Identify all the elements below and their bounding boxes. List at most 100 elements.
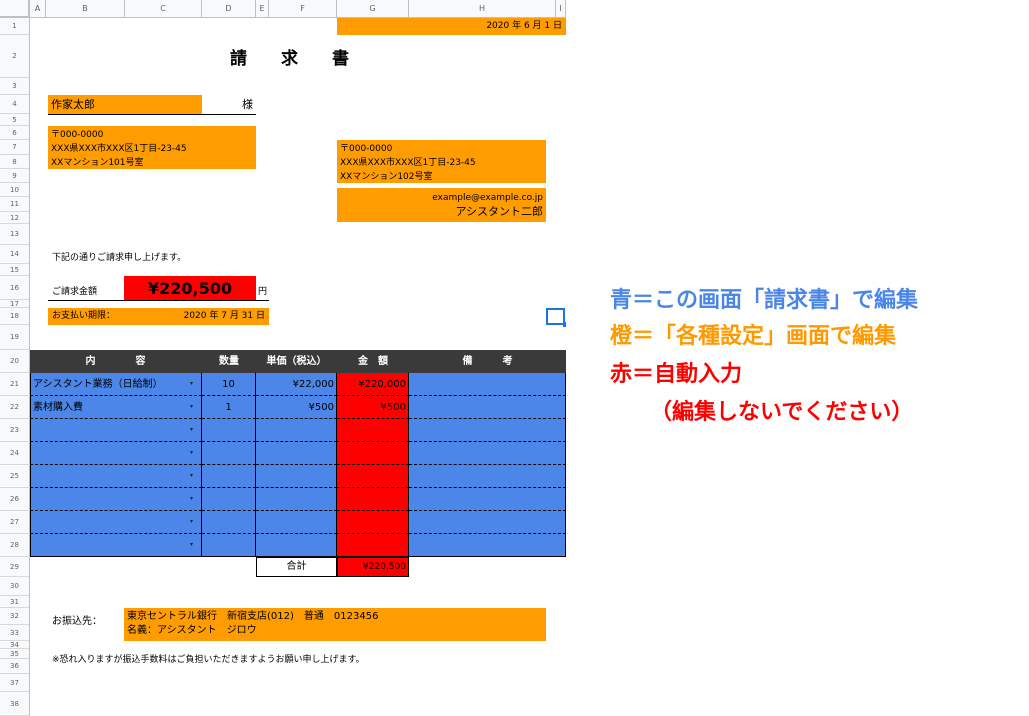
row-header-11[interactable]: 11 bbox=[0, 197, 30, 212]
dropdown-arrow-icon[interactable]: ▾ bbox=[190, 426, 193, 433]
row-header-6[interactable]: 6 bbox=[0, 126, 30, 140]
cell-quantity[interactable] bbox=[202, 465, 256, 488]
row-header-7[interactable]: 7 bbox=[0, 140, 30, 155]
cell-unit-price[interactable] bbox=[256, 534, 337, 557]
row-header-22[interactable]: 22 bbox=[0, 396, 30, 419]
dropdown-arrow-icon[interactable]: ▾ bbox=[190, 495, 193, 502]
cell-description[interactable]: アシスタント業務（日給制） bbox=[30, 373, 202, 396]
client-name[interactable]: 作家太郎 bbox=[48, 95, 202, 114]
cell-remarks[interactable] bbox=[409, 396, 566, 419]
dropdown-arrow-icon[interactable]: ▾ bbox=[190, 380, 193, 387]
cell-description[interactable] bbox=[30, 488, 202, 511]
total-amount: ¥220,500 bbox=[124, 276, 256, 301]
row-header-35[interactable]: 35 bbox=[0, 649, 30, 659]
row-header-27[interactable]: 27 bbox=[0, 511, 30, 534]
cell-remarks[interactable] bbox=[409, 442, 566, 465]
column-header-c[interactable]: C bbox=[125, 0, 202, 18]
invoice-date[interactable]: 2020 年 6 月 1 日 bbox=[337, 18, 566, 35]
row-header-14[interactable]: 14 bbox=[0, 245, 30, 264]
column-header-a[interactable]: A bbox=[30, 0, 46, 18]
cell-unit-price[interactable]: ¥500 bbox=[256, 396, 337, 419]
cell-quantity[interactable] bbox=[202, 488, 256, 511]
column-header-f[interactable]: F bbox=[269, 0, 337, 18]
dropdown-arrow-icon[interactable]: ▾ bbox=[190, 472, 193, 479]
legend-red: 赤＝自動入力 bbox=[610, 362, 743, 387]
row-header-15[interactable]: 15 bbox=[0, 264, 30, 276]
row-header-8[interactable]: 8 bbox=[0, 155, 30, 169]
row-header-34[interactable]: 34 bbox=[0, 641, 30, 649]
row-header-10[interactable]: 10 bbox=[0, 183, 30, 197]
cell-quantity[interactable]: 10 bbox=[202, 373, 256, 396]
cell-unit-price[interactable] bbox=[256, 488, 337, 511]
bank-info[interactable]: 東京セントラル銀行 新宿支店(012) 普通 0123456 名義：アシスタント… bbox=[124, 608, 546, 641]
row-header-18[interactable]: 18 bbox=[0, 308, 30, 325]
cell-unit-price[interactable] bbox=[256, 511, 337, 534]
row-header-31[interactable]: 31 bbox=[0, 596, 30, 608]
row-header-17[interactable]: 17 bbox=[0, 300, 30, 308]
row-header-32[interactable]: 32 bbox=[0, 608, 30, 625]
row-header-26[interactable]: 26 bbox=[0, 488, 30, 511]
cell-description[interactable]: 素材購入費 bbox=[30, 396, 202, 419]
cell-quantity[interactable]: 1 bbox=[202, 396, 256, 419]
cell-quantity[interactable] bbox=[202, 419, 256, 442]
cell-unit-price[interactable]: ¥22,000 bbox=[256, 373, 337, 396]
cell-quantity[interactable] bbox=[202, 534, 256, 557]
cell-unit-price[interactable] bbox=[256, 465, 337, 488]
cell-remarks[interactable] bbox=[409, 511, 566, 534]
dropdown-arrow-icon[interactable]: ▾ bbox=[190, 449, 193, 456]
cell-description[interactable] bbox=[30, 419, 202, 442]
row-header-4[interactable]: 4 bbox=[0, 95, 30, 114]
row-header-5[interactable]: 5 bbox=[0, 114, 30, 126]
amount-label: ご請求金額 bbox=[52, 287, 98, 297]
dropdown-arrow-icon[interactable]: ▾ bbox=[190, 518, 193, 525]
row-header-20[interactable]: 20 bbox=[0, 350, 30, 373]
row-header-13[interactable]: 13 bbox=[0, 224, 30, 245]
cell-remarks[interactable] bbox=[409, 465, 566, 488]
sender-email: example@example.co.jp bbox=[432, 193, 543, 203]
sender-contact[interactable]: example@example.co.jp アシスタント二郎 bbox=[337, 188, 546, 222]
due-date-row[interactable]: お支払い期限： 2020 年 7 月 31 日 bbox=[48, 308, 269, 325]
row-header-19[interactable]: 19 bbox=[0, 325, 30, 350]
row-header-33[interactable]: 33 bbox=[0, 625, 30, 641]
row-header-37[interactable]: 37 bbox=[0, 674, 30, 692]
column-header-i[interactable]: I bbox=[556, 0, 566, 18]
sender-address[interactable]: 〒000-0000 XXX県XXX市XXX区1丁目-23-45 XXマンション1… bbox=[337, 140, 546, 183]
cell-quantity[interactable] bbox=[202, 511, 256, 534]
cell-remarks[interactable] bbox=[409, 534, 566, 557]
row-header-30[interactable]: 30 bbox=[0, 577, 30, 596]
row-header-24[interactable]: 24 bbox=[0, 442, 30, 465]
dropdown-arrow-icon[interactable]: ▾ bbox=[190, 403, 193, 410]
column-header-g[interactable]: G bbox=[337, 0, 409, 18]
row-header-29[interactable]: 29 bbox=[0, 557, 30, 577]
column-header-h[interactable]: H bbox=[409, 0, 556, 18]
cell-unit-price[interactable] bbox=[256, 442, 337, 465]
cell-quantity[interactable] bbox=[202, 442, 256, 465]
cell-description[interactable] bbox=[30, 442, 202, 465]
cell-description[interactable] bbox=[30, 465, 202, 488]
cell-remarks[interactable] bbox=[409, 373, 566, 396]
cell-remarks[interactable] bbox=[409, 419, 566, 442]
row-header-16[interactable]: 16 bbox=[0, 276, 30, 300]
column-header-d[interactable]: D bbox=[202, 0, 256, 18]
cell-unit-price[interactable] bbox=[256, 419, 337, 442]
cell-description[interactable] bbox=[30, 511, 202, 534]
row-header-28[interactable]: 28 bbox=[0, 534, 30, 557]
legend-red-sub: （編集しないでください） bbox=[650, 400, 914, 425]
dropdown-arrow-icon[interactable]: ▾ bbox=[190, 541, 193, 548]
row-header-2[interactable]: 2 bbox=[0, 35, 30, 78]
row-header-9[interactable]: 9 bbox=[0, 169, 30, 183]
client-address[interactable]: 〒000-0000 XXX県XXX市XXX区1丁目-23-45 XXマンション1… bbox=[48, 126, 256, 169]
row-header-36[interactable]: 36 bbox=[0, 659, 30, 674]
row-header-38[interactable]: 38 bbox=[0, 692, 30, 716]
cell-remarks[interactable] bbox=[409, 488, 566, 511]
row-header-12[interactable]: 12 bbox=[0, 212, 30, 224]
select-all-corner[interactable] bbox=[0, 0, 30, 18]
row-header-25[interactable]: 25 bbox=[0, 465, 30, 488]
column-header-e[interactable]: E bbox=[256, 0, 269, 18]
column-header-b[interactable]: B bbox=[46, 0, 125, 18]
row-header-23[interactable]: 23 bbox=[0, 419, 30, 442]
cell-description[interactable] bbox=[30, 534, 202, 557]
row-header-3[interactable]: 3 bbox=[0, 78, 30, 95]
row-header-1[interactable]: 1 bbox=[0, 18, 30, 35]
row-header-21[interactable]: 21 bbox=[0, 373, 30, 396]
